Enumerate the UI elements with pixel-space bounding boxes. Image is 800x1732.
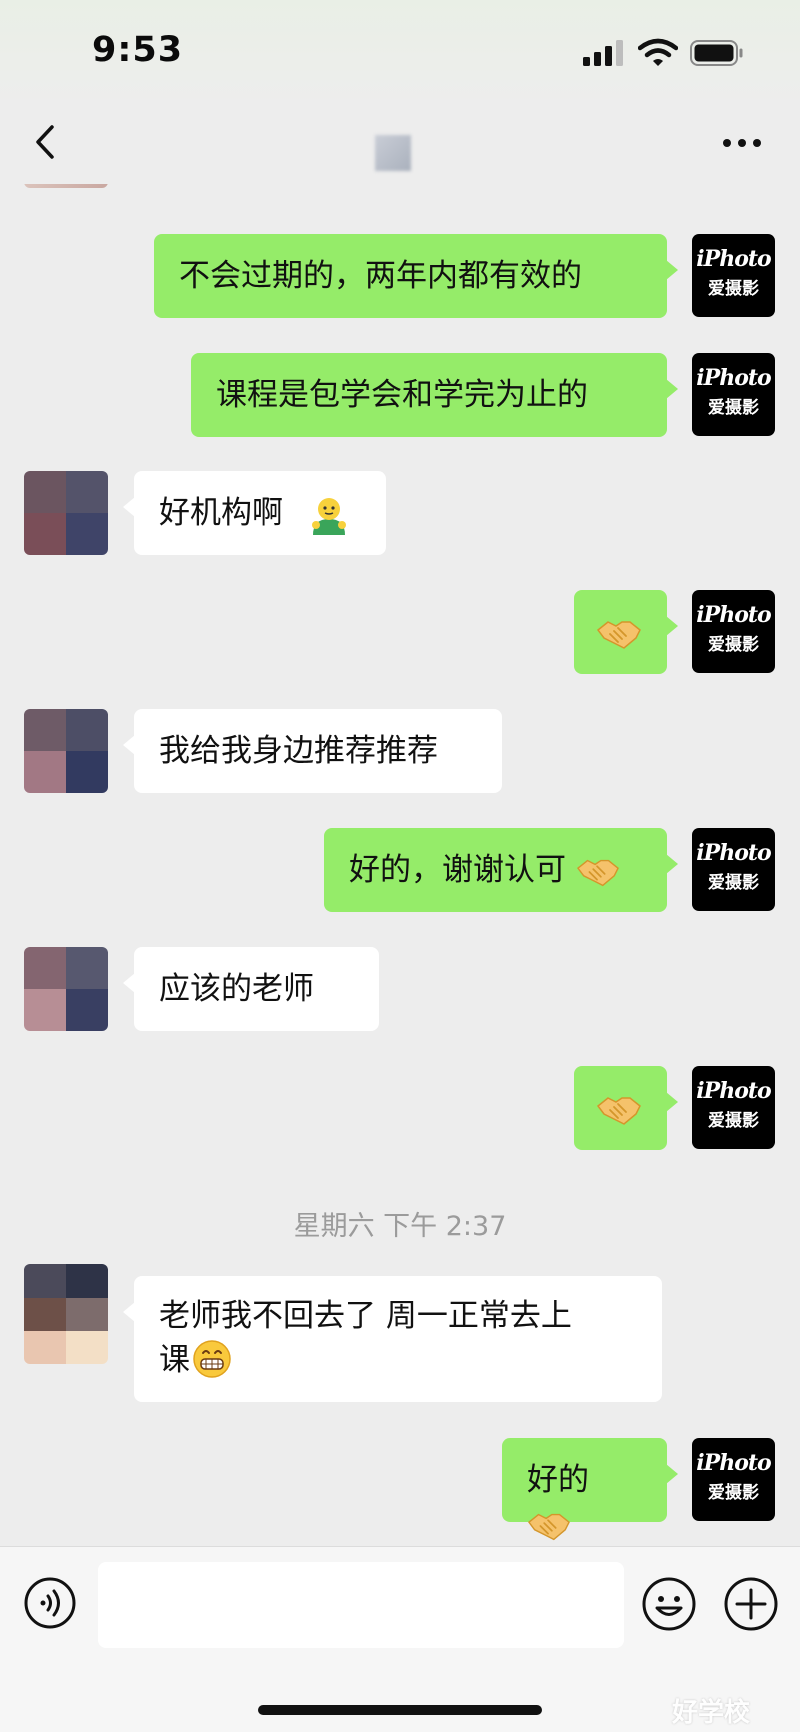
message-bubble-received[interactable]: 我给我身边推荐推荐 xyxy=(123,709,502,793)
home-indicator[interactable] xyxy=(258,1705,542,1715)
handshake-icon xyxy=(576,859,619,886)
message-text: 好的，谢谢认可 xyxy=(349,852,566,888)
handshake-icon xyxy=(527,1513,570,1540)
message-text: 应该的老师 xyxy=(159,971,314,1007)
avatar-me[interactable]: iPhoto 爱摄影 xyxy=(692,828,775,911)
watermark: 好学校 xyxy=(672,1698,751,1728)
message-bubble-sent[interactable]: 不会过期的，两年内都有效的 xyxy=(154,234,678,318)
more-dots-icon[interactable] xyxy=(722,138,762,148)
time-separator: 星期六 下午 2:37 xyxy=(293,1211,507,1242)
logo-text: iPhoto xyxy=(696,840,771,866)
handshake-icon xyxy=(596,1096,641,1125)
message-bubble-sent[interactable] xyxy=(574,1066,678,1150)
logo-subtext: 爱摄影 xyxy=(708,279,759,299)
logo-text: iPhoto xyxy=(696,365,771,391)
avatar[interactable] xyxy=(24,184,108,188)
message-text: 好的 xyxy=(527,1462,589,1498)
message-text-line2: 课 xyxy=(159,1342,190,1378)
avatar[interactable] xyxy=(24,1264,108,1364)
chevron-left-icon[interactable] xyxy=(30,122,60,162)
avatar[interactable] xyxy=(24,709,108,793)
emoji-icon xyxy=(311,497,346,535)
message-text-line1: 老师我不回去了 周一正常去上 xyxy=(159,1298,572,1334)
logo-subtext: 爱摄影 xyxy=(708,635,759,655)
message-text: 不会过期的，两年内都有效的 xyxy=(179,258,582,294)
status-time: 9:53 xyxy=(92,30,184,70)
message-bubble-received[interactable]: 应该的老师 xyxy=(123,947,379,1031)
logo-subtext: 爱摄影 xyxy=(708,1483,759,1503)
chat-messages[interactable]: 不会过期的，两年内都有效的 iPhoto 爱摄影 课程是包学会和学完为止的 iP… xyxy=(0,184,800,1544)
logo-subtext: 爱摄影 xyxy=(708,873,759,893)
logo-subtext: 爱摄影 xyxy=(708,1111,759,1131)
message-text: 课程是包学会和学完为止的 xyxy=(216,377,588,413)
logo-text: iPhoto xyxy=(696,1078,771,1104)
signal-icon xyxy=(583,40,623,66)
message-bubble-sent[interactable]: 课程是包学会和学完为止的 xyxy=(191,353,678,437)
wifi-icon xyxy=(638,38,678,66)
avatar[interactable] xyxy=(24,471,108,555)
message-bubble-sent[interactable]: 好的 xyxy=(502,1438,678,1540)
grin-icon xyxy=(193,1339,231,1378)
plus-icon[interactable] xyxy=(724,1577,778,1631)
message-text: 好机构啊 xyxy=(159,495,283,531)
avatar-me[interactable]: iPhoto 爱摄影 xyxy=(692,234,775,317)
avatar-me[interactable]: iPhoto 爱摄影 xyxy=(692,590,775,673)
logo-subtext: 爱摄影 xyxy=(708,398,759,418)
logo-text: iPhoto xyxy=(696,1450,771,1476)
message-text: 我给我身边推荐推荐 xyxy=(159,733,438,769)
avatar[interactable] xyxy=(24,947,108,1031)
message-bubble-sent[interactable]: 好的，谢谢认可 xyxy=(324,828,678,912)
avatar-me[interactable]: iPhoto 爱摄影 xyxy=(692,353,775,436)
message-input[interactable] xyxy=(98,1562,624,1648)
avatar-me[interactable]: iPhoto 爱摄影 xyxy=(692,1066,775,1149)
avatar-me[interactable]: iPhoto 爱摄影 xyxy=(692,1438,775,1521)
battery-icon xyxy=(690,40,743,66)
chat-title-blurred xyxy=(375,135,411,171)
message-bubble-received[interactable]: 好机构啊 xyxy=(123,471,386,555)
handshake-icon xyxy=(596,620,641,649)
message-bubble-received[interactable]: 老师我不回去了 周一正常去上 课 xyxy=(123,1276,662,1402)
message-bubble-sent[interactable] xyxy=(574,590,678,674)
logo-text: iPhoto xyxy=(696,246,771,272)
voice-icon[interactable] xyxy=(24,1577,76,1629)
logo-text: iPhoto xyxy=(696,602,771,628)
smile-icon[interactable] xyxy=(642,1577,696,1631)
